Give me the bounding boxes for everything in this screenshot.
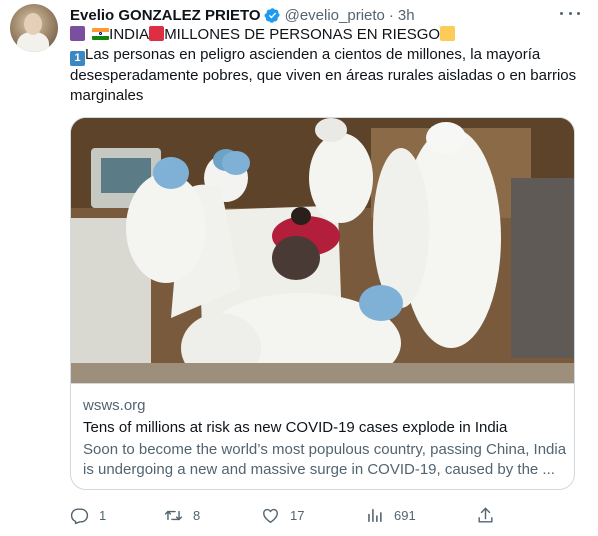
card-description-line-1: Soon to become the world’s most populous… (83, 441, 567, 458)
tweet-actions: 1 8 17 691 (70, 504, 500, 526)
card-photo (71, 118, 574, 383)
tweet[interactable]: Evelio GONZALEZ PRIETO @evelio_prieto · … (0, 0, 598, 536)
more-dot (568, 11, 572, 15)
tweet-text-line-4: marginales (70, 87, 144, 104)
card-domain: wsws.org (83, 397, 146, 414)
yellow-square-emoji-icon (440, 26, 456, 41)
verified-badge-icon (264, 7, 281, 24)
keycap-one-emoji-icon: 1 (70, 51, 85, 66)
like-icon (261, 506, 280, 525)
card-description-line-2: is undergoing a new and massive surge in… (83, 461, 555, 478)
views-icon (365, 506, 384, 525)
views-button[interactable]: 691 (365, 504, 416, 526)
more-options-icon[interactable] (560, 6, 580, 20)
header-separator: · (388, 6, 394, 24)
tweet-timestamp[interactable]: 3h (398, 7, 415, 24)
tweet-text-headline: MILLONES DE PERSONAS EN RIESGO (164, 26, 441, 43)
like-count: 17 (290, 507, 305, 523)
reply-count: 1 (99, 507, 107, 523)
tweet-text: INDIA MILLONES DE PERSONAS EN RIESGO 1 Las… (70, 25, 580, 106)
tweet-text-india: INDIA (109, 26, 150, 43)
red-square-emoji-icon (149, 26, 165, 41)
card-body: wsws.org Tens of millions at risk as new… (71, 383, 574, 480)
card-image[interactable] (71, 118, 574, 383)
author-name[interactable]: Evelio GONZALEZ PRIETO (70, 7, 261, 24)
retweet-icon (164, 506, 183, 525)
tweet-header: Evelio GONZALEZ PRIETO @evelio_prieto · … (70, 5, 415, 25)
more-dot (577, 11, 580, 15)
tweet-text-body-1: Las personas en peligro ascienden a cien… (85, 46, 541, 63)
retweet-count: 8 (193, 507, 201, 523)
tweet-text-line-1: INDIA MILLONES DE PERSONAS EN RIESGO (70, 25, 580, 45)
avatar-face (24, 13, 42, 35)
share-button[interactable] (476, 504, 495, 526)
reply-icon (70, 506, 89, 525)
like-button[interactable]: 17 (261, 504, 304, 526)
views-count: 691 (394, 507, 416, 523)
purple-square-emoji-icon (70, 26, 85, 41)
reply-button[interactable]: 1 (70, 504, 106, 526)
link-preview-card[interactable]: wsws.org Tens of millions at risk as new… (70, 117, 575, 490)
card-description: Soon to become the world’s most populous… (83, 440, 567, 480)
more-dot (560, 11, 563, 15)
retweet-button[interactable]: 8 (164, 504, 200, 526)
share-icon (476, 506, 495, 525)
tweet-text-line-3: desesperadamente pobres, que viven en ár… (70, 67, 577, 84)
avatar[interactable] (10, 4, 58, 52)
avatar-torso (17, 32, 49, 52)
tweet-text-line-2: 1 Las personas en peligro ascienden a cie… (70, 45, 580, 66)
card-title[interactable]: Tens of millions at risk as new COVID-19… (83, 418, 562, 438)
author-handle[interactable]: @evelio_prieto (285, 7, 385, 24)
india-flag-emoji-icon (92, 28, 110, 40)
